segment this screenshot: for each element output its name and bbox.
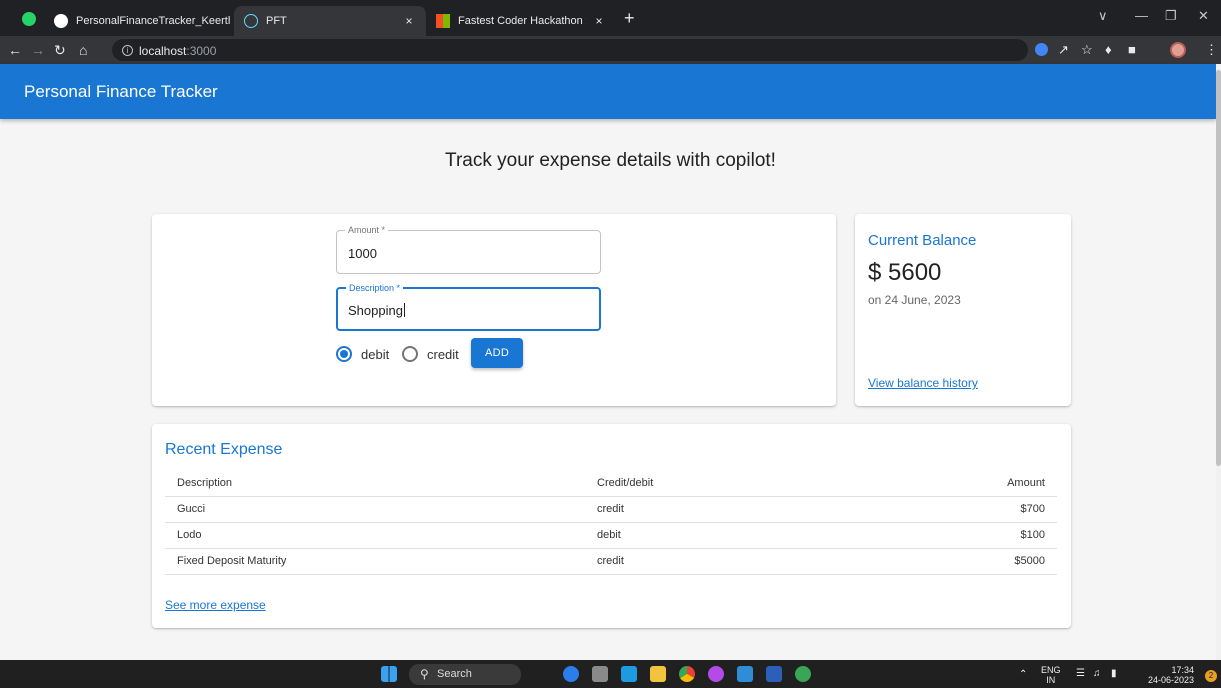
taskbar-search-box[interactable]: ⚲ Search	[409, 664, 521, 685]
tray-chevron-up-icon[interactable]: ⌃	[1019, 670, 1027, 680]
cell-amount: $5000	[897, 548, 1057, 575]
app-title: Personal Finance Tracker	[24, 82, 218, 101]
task-view-icon[interactable]	[592, 666, 608, 682]
taskbar-clock[interactable]: 17:34 24-06-2023	[1140, 665, 1194, 685]
side-panel-icon[interactable]: ■	[1128, 43, 1136, 57]
chrome-icon[interactable]	[679, 666, 695, 682]
amount-field[interactable]: Amount * 1000	[336, 224, 601, 274]
google-icon[interactable]	[1035, 43, 1048, 56]
amount-label: Amount *	[345, 224, 389, 236]
battery-icon[interactable]: ▮	[1111, 669, 1117, 679]
table-row: Fixed Deposit Maturity credit $5000	[165, 548, 1057, 575]
cell-description: Fixed Deposit Maturity	[165, 548, 597, 575]
extensions-icon[interactable]: ♦	[1105, 43, 1112, 57]
file-explorer-icon[interactable]	[650, 666, 666, 682]
close-tab-icon[interactable]: ×	[592, 14, 606, 28]
profile-avatar[interactable]	[1170, 42, 1186, 58]
notification-badge[interactable]: 2	[1205, 670, 1217, 682]
table-row: Lodo debit $100	[165, 522, 1057, 549]
wifi-icon[interactable]: ☰	[1076, 669, 1085, 679]
word-icon[interactable]	[766, 666, 782, 682]
cell-amount: $700	[897, 496, 1057, 523]
browser-menu-icon[interactable]: ⋮	[1205, 43, 1218, 57]
credit-radio[interactable]	[402, 346, 418, 362]
page-headline: Track your expense details with copilot!	[445, 150, 776, 171]
browser-tab-github[interactable]: PersonalFinanceTracker_Keerthan ×	[44, 6, 260, 36]
amount-input[interactable]: 1000	[348, 246, 377, 261]
column-header-credit-debit: Credit/debit	[597, 470, 897, 497]
microsoft-icon	[436, 14, 450, 28]
current-balance-date: on 24 June, 2023	[868, 293, 961, 307]
windows-start-icon[interactable]	[381, 666, 397, 682]
react-icon	[244, 14, 258, 28]
column-header-amount: Amount	[897, 470, 1057, 497]
current-balance-title: Current Balance	[868, 232, 977, 249]
cell-description: Gucci	[165, 496, 597, 523]
browser-tab-hackathon[interactable]: Fastest Coder Hackathon for Dev ×	[426, 6, 616, 36]
cell-amount: $100	[897, 522, 1057, 549]
volume-muted-icon[interactable]: ♫	[1093, 669, 1101, 679]
github-icon	[54, 14, 68, 28]
current-balance-amount: $ 5600	[868, 259, 942, 286]
text-caret	[403, 303, 405, 317]
debit-radio[interactable]	[336, 346, 352, 362]
whatsapp-icon[interactable]	[22, 12, 36, 26]
back-icon[interactable]: ←	[8, 42, 22, 58]
new-tab-button[interactable]: +	[624, 9, 635, 27]
close-window-icon[interactable]: ✕	[1198, 8, 1209, 24]
recent-expense-title: Recent Expense	[165, 441, 283, 458]
expense-table: Description Credit/debit Amount Gucci cr…	[165, 470, 1057, 575]
debit-radio-label[interactable]: debit	[361, 347, 389, 362]
page-scrollbar-thumb[interactable]	[1216, 70, 1221, 466]
tab-search-chevron-icon[interactable]: ∨	[1098, 8, 1108, 24]
cell-description: Lodo	[165, 522, 597, 549]
table-row: Gucci credit $700	[165, 496, 1057, 523]
cell-type: debit	[597, 522, 897, 549]
restore-icon[interactable]: ❐	[1165, 8, 1177, 24]
forward-icon[interactable]: →	[31, 42, 45, 58]
credit-radio-label[interactable]: credit	[427, 347, 459, 362]
browser-toolbar: ← → ↻ ⌂ i localhost:3000 ↗ ☆ ♦ ■ ⋮	[0, 36, 1221, 64]
browser-tab-pft[interactable]: PFT ×	[234, 6, 426, 36]
browser-tab-bar: PersonalFinanceTracker_Keerthan × PFT × …	[0, 0, 1221, 36]
bing-icon[interactable]	[563, 666, 579, 682]
add-button[interactable]: ADD	[471, 338, 523, 368]
windows-taskbar: ⚲ Search ⌃ ENG IN ☰ ♫ ▮ 17:34 24-06-2023	[0, 660, 1221, 688]
taskbar-search-label: Search	[437, 668, 472, 680]
see-more-expense-link[interactable]: See more expense	[165, 598, 266, 612]
minimize-icon[interactable]: —	[1135, 8, 1148, 23]
address-bar[interactable]	[112, 39, 1028, 61]
mail-icon[interactable]	[621, 666, 637, 682]
cell-type: credit	[597, 548, 897, 575]
share-icon[interactable]: ↗	[1058, 43, 1069, 57]
reload-icon[interactable]: ↻	[54, 42, 66, 58]
description-field[interactable]: Description * Shopping	[336, 282, 601, 331]
view-balance-history-link[interactable]: View balance history	[868, 376, 978, 390]
close-tab-icon[interactable]: ×	[402, 14, 416, 28]
cell-type: credit	[597, 496, 897, 523]
home-icon[interactable]: ⌂	[79, 42, 87, 58]
description-label: Description *	[346, 282, 404, 294]
description-input[interactable]: Shopping	[348, 303, 405, 318]
column-header-description: Description	[165, 470, 597, 497]
github-desktop-icon[interactable]	[708, 666, 724, 682]
bookmark-star-icon[interactable]: ☆	[1081, 43, 1093, 57]
url-text[interactable]: localhost:3000	[139, 44, 216, 58]
language-indicator[interactable]: ENG IN	[1041, 665, 1061, 685]
site-info-icon[interactable]: i	[122, 45, 133, 56]
table-header-row: Description Credit/debit Amount	[165, 470, 1057, 497]
app-header: Personal Finance Tracker	[0, 64, 1216, 119]
maps-icon[interactable]	[795, 666, 811, 682]
vscode-icon[interactable]	[737, 666, 753, 682]
search-icon: ⚲	[420, 667, 429, 681]
